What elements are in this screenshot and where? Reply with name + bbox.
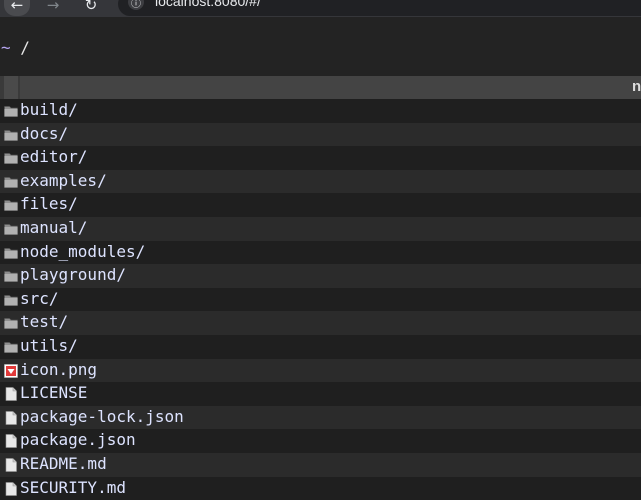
back-arrow-icon: ← [11,0,24,14]
file-link[interactable]: package.json [20,430,136,449]
table-row[interactable]: package-lock.json [0,406,641,430]
table-row[interactable]: playground/ [0,264,641,288]
home-tilde: ~ [1,38,11,57]
name-column-label: n [632,78,641,95]
table-row[interactable]: LICENSE [0,382,641,406]
file-link[interactable]: utils/ [20,336,78,355]
browser-toolbar: ← → ↻ ⓘ localhost:8080/#/ [0,0,641,17]
url-text[interactable]: localhost:8080/#/ [155,0,261,9]
folder-icon [4,293,18,307]
file-link[interactable]: node_modules/ [20,242,145,261]
folder-icon [4,316,18,330]
table-row[interactable]: utils/ [0,335,641,359]
file-link[interactable]: src/ [20,289,59,308]
file-link[interactable]: files/ [20,194,78,213]
file-icon [4,482,18,496]
folder-icon [4,269,18,283]
file-icon [4,411,18,425]
path-text: / [11,38,30,57]
file-link[interactable]: playground/ [20,265,126,284]
file-link[interactable]: test/ [20,312,68,331]
table-row[interactable]: icon.png [0,359,641,383]
file-link[interactable]: manual/ [20,218,87,237]
folder-icon [4,340,18,354]
file-table: n build/docs/editor/examples/files/manua… [0,76,641,500]
file-icon [4,387,18,401]
file-link[interactable]: icon.png [20,360,97,379]
table-row[interactable]: manual/ [0,217,641,241]
folder-icon [4,175,18,189]
file-link[interactable]: editor/ [20,147,87,166]
file-link[interactable]: package-lock.json [20,407,184,426]
path-header: ~ / [0,17,641,63]
table-row[interactable]: node_modules/ [0,241,641,265]
table-row[interactable]: SECURITY.md [0,477,641,500]
folder-icon [4,151,18,165]
file-link[interactable]: SECURITY.md [20,478,126,497]
table-header: n [0,76,641,99]
table-row[interactable]: files/ [0,193,641,217]
file-link[interactable]: examples/ [20,171,107,190]
table-row[interactable]: README.md [0,453,641,477]
icon-column-header [4,76,18,99]
table-row[interactable]: build/ [0,99,641,123]
table-row[interactable]: docs/ [0,123,641,147]
file-link[interactable]: README.md [20,454,107,473]
table-row[interactable]: editor/ [0,146,641,170]
forward-button[interactable]: → [40,0,66,16]
site-info-icon[interactable]: ⓘ [128,0,144,10]
table-row[interactable]: src/ [0,288,641,312]
file-browser-page: ~ / n build/docs/editor/examples/files/m… [0,17,641,499]
table-row[interactable]: package.json [0,429,641,453]
table-row[interactable]: examples/ [0,170,641,194]
current-path: ~ / [1,38,30,57]
image-file-icon [4,364,18,378]
folder-icon [4,128,18,142]
address-bar[interactable]: ⓘ localhost:8080/#/ [118,0,641,16]
file-link[interactable]: build/ [20,100,78,119]
file-icon [4,434,18,448]
folder-icon [4,222,18,236]
table-body: build/docs/editor/examples/files/manual/… [0,99,641,500]
name-column-header[interactable]: n [20,76,641,99]
reload-icon: ↻ [85,0,98,14]
back-button[interactable]: ← [4,0,30,16]
file-icon [4,458,18,472]
file-link[interactable]: docs/ [20,124,68,143]
table-row[interactable]: test/ [0,311,641,335]
folder-icon [4,104,18,118]
folder-icon [4,198,18,212]
folder-icon [4,246,18,260]
file-link[interactable]: LICENSE [20,383,87,402]
reload-button[interactable]: ↻ [78,0,104,16]
forward-arrow-icon: → [47,0,60,14]
